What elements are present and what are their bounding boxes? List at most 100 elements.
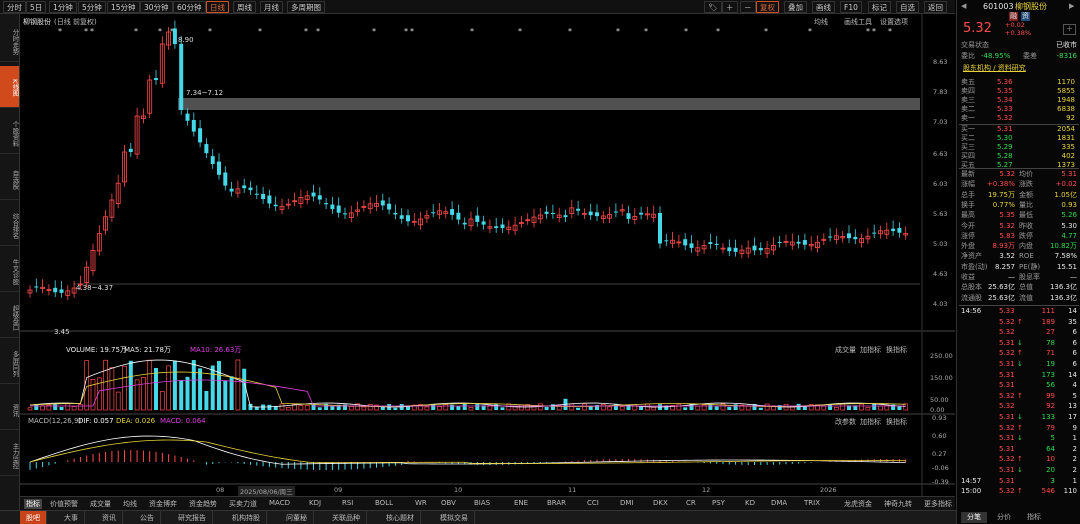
tick-volume: 78	[1046, 338, 1055, 347]
leftnav-item-0[interactable]: 分时走势	[0, 20, 19, 62]
macd-params[interactable]: 改参数	[835, 417, 856, 427]
period-tab-10[interactable]: 多周期图	[287, 1, 325, 13]
volume-change-indicator[interactable]: 换指标	[886, 345, 907, 355]
indicator-tab-25[interactable]: 神奇九转	[884, 499, 912, 509]
toolbar-action-2[interactable]: 画线	[812, 1, 835, 13]
bottom-tab-8[interactable]: 核心题材	[380, 511, 421, 524]
indicator-tab-15[interactable]: BRAR	[547, 499, 566, 507]
volume-label[interactable]: 成交量	[835, 345, 856, 355]
volume-add-indicator[interactable]: 加指标	[860, 345, 881, 355]
candle-body	[847, 233, 851, 239]
bottom-tab-4[interactable]: 研究报告	[172, 511, 213, 524]
toolbar-action-6[interactable]: 返回	[924, 1, 947, 13]
indicator-tab-16[interactable]: CCI	[587, 499, 599, 507]
price-tick: 6.03	[933, 180, 948, 188]
indicator-tab-14[interactable]: ENE	[514, 499, 528, 507]
next-stock-icon[interactable]: ▶	[1069, 2, 1074, 11]
indicator-tab-17[interactable]: DMI	[620, 499, 634, 507]
quote-tab-1[interactable]: 分价	[991, 512, 1017, 523]
bid-price: 5.29	[997, 143, 1013, 151]
period-tab-5[interactable]: 30分钟	[140, 1, 173, 13]
bottom-tab-5[interactable]: 机构持股	[226, 511, 267, 524]
chart-option-settings[interactable]: 设置选项	[880, 17, 908, 27]
leftnav-item-2[interactable]: 个股资料	[0, 112, 19, 154]
indicator-tab-23[interactable]: TRIX	[804, 499, 820, 507]
chart-option-draw[interactable]: 画线工具	[844, 17, 872, 27]
leftnav-item-3[interactable]: 自选股	[0, 158, 19, 200]
indicator-tab-2[interactable]: 成交量	[90, 499, 111, 509]
company-link[interactable]: 股东机构 / 资料研究	[963, 64, 1026, 73]
indicator-tab-1[interactable]: 价值预警	[50, 499, 78, 509]
indicator-tab-22[interactable]: DMA	[771, 499, 787, 507]
minus-icon[interactable]: －	[740, 1, 756, 13]
indicator-tab-20[interactable]: PSY	[712, 499, 725, 507]
stat-value: 8.257	[994, 262, 1015, 271]
period-tab-7[interactable]: 日线	[206, 1, 229, 13]
period-tab-0[interactable]: 分时	[3, 1, 26, 13]
period-tab-2[interactable]: 1分钟	[49, 1, 77, 13]
leftnav-item-1[interactable]: K线图	[0, 66, 19, 108]
indicator-tab-5[interactable]: 资金趋势	[189, 499, 217, 509]
bottom-tab-1[interactable]: 大事	[58, 511, 85, 524]
indicator-tab-26[interactable]: 更多指标	[924, 499, 952, 509]
gap-annotation: 7.34~7.12	[186, 89, 224, 97]
macd-change-indicator[interactable]: 换指标	[886, 417, 907, 427]
bottom-tab-2[interactable]: 资讯	[96, 511, 123, 524]
ask-row: 卖一 5.32 92	[957, 114, 1080, 123]
indicator-tab-6[interactable]: 买卖力道	[229, 499, 257, 509]
volume-indicator[interactable]: VOLUME: 19.75万	[66, 345, 127, 355]
candle-body	[500, 224, 505, 229]
leftnav-item-4[interactable]: 综合排名	[0, 204, 19, 246]
toolbar-action-1[interactable]: 叠加	[784, 1, 807, 13]
leftnav-item-9[interactable]: 主力监控	[0, 434, 19, 476]
bottom-tab-3[interactable]: 公告	[134, 511, 161, 524]
leftnav-item-6[interactable]: 超级盘口	[0, 296, 19, 338]
indicator-tab-13[interactable]: BIAS	[474, 499, 490, 507]
bottom-tab-0[interactable]: 股吧	[20, 511, 47, 524]
candle-body	[891, 228, 896, 232]
candle-body	[664, 240, 669, 242]
quote-tab-2[interactable]: 指标	[1021, 512, 1047, 523]
toolbar-action-3[interactable]: F10	[840, 1, 862, 13]
leftnav-item-8[interactable]: 资讯	[0, 388, 19, 430]
indicator-tab-10[interactable]: BOLL	[375, 499, 393, 507]
prev-stock-icon[interactable]: ◀	[961, 2, 966, 11]
leftnav-item-5[interactable]: 牛叉诊股	[0, 250, 19, 292]
indicator-tab-8[interactable]: KDJ	[309, 499, 321, 507]
leftnav-item-7[interactable]: 多屏同列	[0, 342, 19, 384]
plus-icon[interactable]: ＋	[722, 1, 738, 13]
left-nav: 分时走势 K线图个股资料自选股综合排名牛叉诊股超级盘口多屏同列资讯主力监控	[0, 14, 20, 510]
period-tab-6[interactable]: 60分钟	[173, 1, 206, 13]
period-tab-1[interactable]: 5日	[26, 1, 47, 13]
indicator-tab-7[interactable]: MACD	[269, 499, 290, 507]
indicator-tab-0[interactable]: 指标	[24, 499, 42, 509]
macd-add-indicator[interactable]: 加指标	[860, 417, 881, 427]
period-tab-9[interactable]: 月线	[260, 1, 283, 13]
add-watchlist-icon[interactable]: ＋	[1063, 24, 1076, 35]
indicator-tab-11[interactable]: WR	[415, 499, 427, 507]
macd-indicator[interactable]: MACD(12,26,9)	[28, 417, 81, 425]
stat-value: +0.38%	[986, 180, 1015, 189]
indicator-tab-9[interactable]: RSI	[342, 499, 353, 507]
period-tab-8[interactable]: 周线	[233, 1, 256, 13]
indicator-tab-18[interactable]: DKX	[653, 499, 668, 507]
tick-price: 5.32	[999, 391, 1015, 400]
stat-label: 总手	[961, 190, 975, 199]
toolbar-action-5[interactable]: 自选	[896, 1, 919, 13]
period-tab-4[interactable]: 15分钟	[107, 1, 140, 13]
tag-icon[interactable]: 🏷	[704, 1, 722, 13]
indicator-tab-21[interactable]: KD	[745, 499, 755, 507]
indicator-tab-4[interactable]: 资金博弈	[149, 499, 177, 509]
toolbar-action-4[interactable]: 标记	[868, 1, 891, 13]
indicator-tab-19[interactable]: CR	[686, 499, 696, 507]
bottom-tab-6[interactable]: 问董秘	[280, 511, 314, 524]
indicator-tab-12[interactable]: OBV	[441, 499, 456, 507]
toolbar-action-0[interactable]: 复权	[756, 1, 779, 13]
period-tab-3[interactable]: 5分钟	[78, 1, 106, 13]
chart-option-ma[interactable]: 均线	[814, 17, 828, 27]
indicator-tab-24[interactable]: 龙虎资金	[844, 499, 872, 509]
bottom-tab-7[interactable]: 关联品种	[326, 511, 367, 524]
bottom-tab-9[interactable]: 模拟交易	[434, 511, 475, 524]
indicator-tab-3[interactable]: 均线	[123, 499, 137, 509]
quote-tab-0[interactable]: 分笔	[961, 512, 987, 523]
